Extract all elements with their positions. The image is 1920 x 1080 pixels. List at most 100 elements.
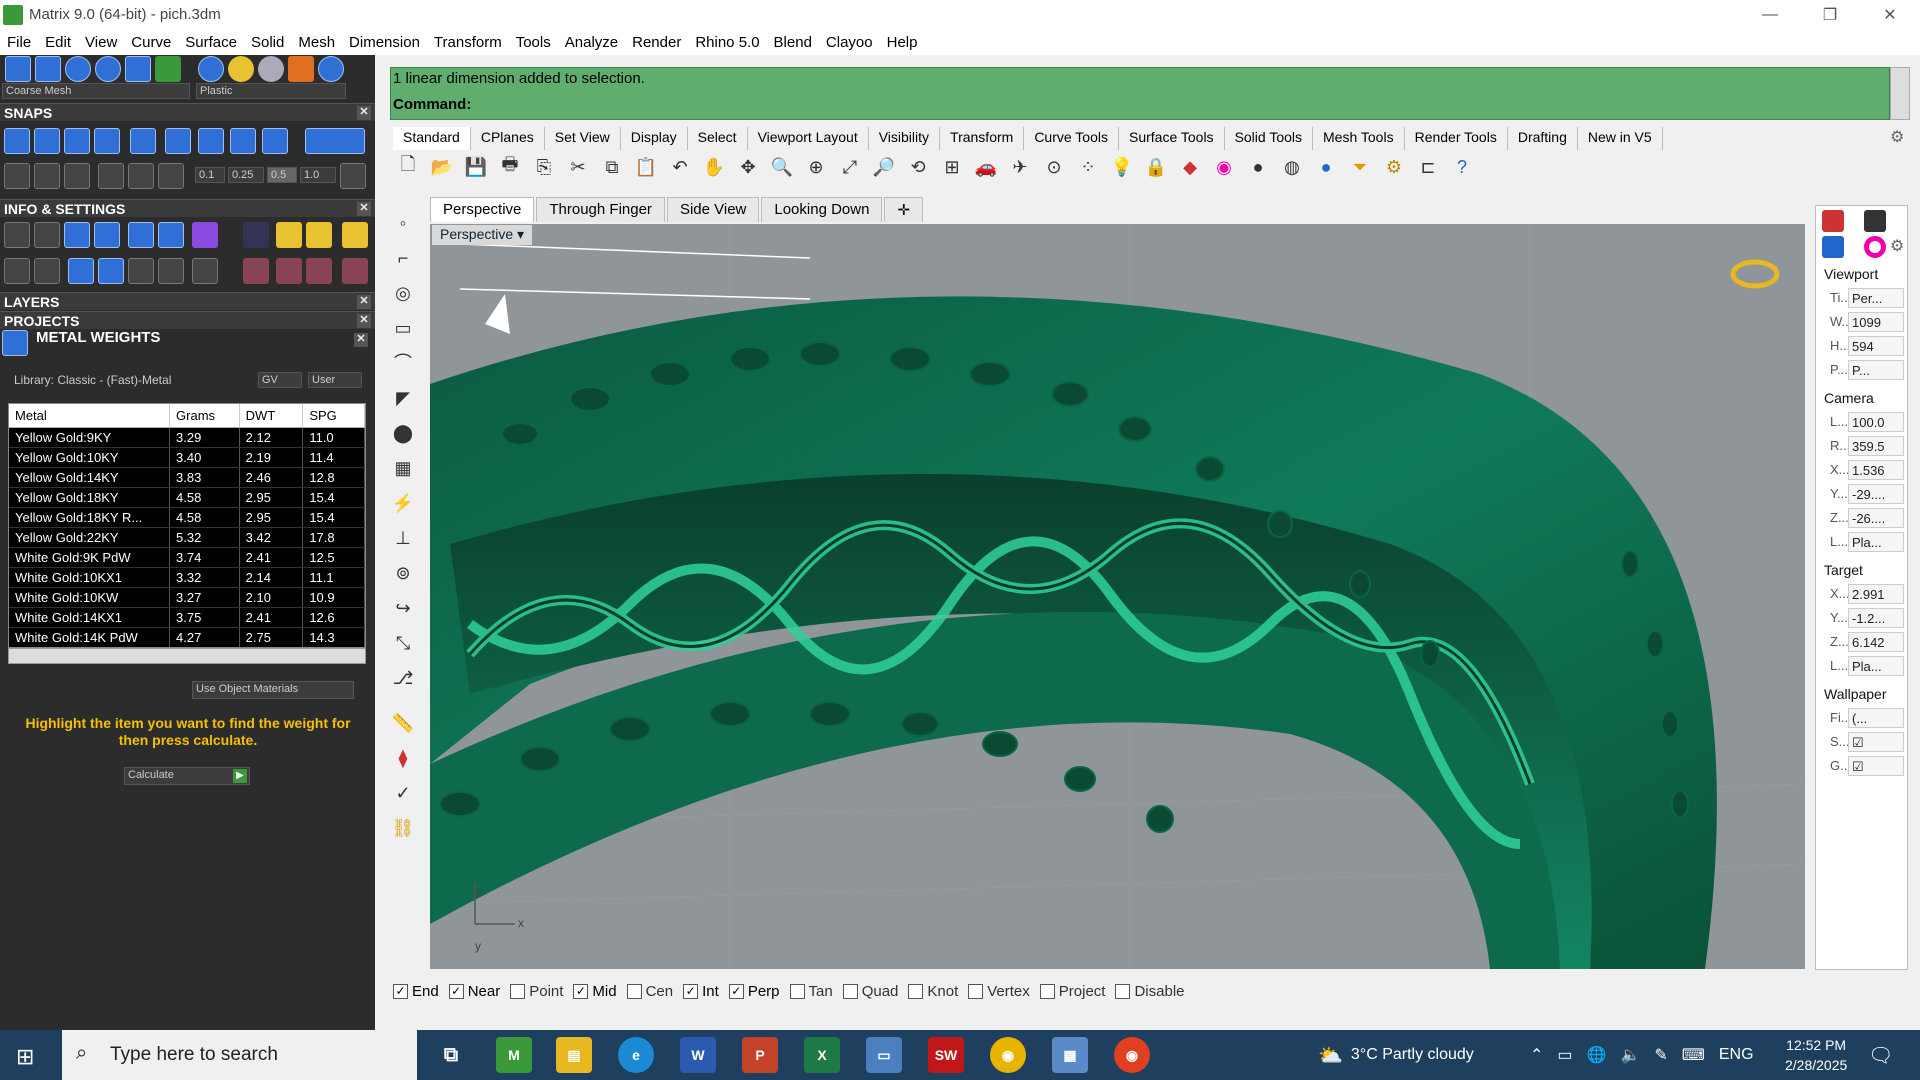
volume-icon[interactable]: 🔈 — [1620, 1045, 1640, 1065]
header-grams[interactable]: Grams — [170, 404, 240, 427]
header-dwt[interactable]: DWT — [240, 404, 304, 427]
split-tool-icon[interactable]: ⧫ — [390, 745, 416, 771]
chrome-profile-icon[interactable]: ◉ — [1114, 1037, 1150, 1073]
document-icon[interactable] — [128, 222, 154, 248]
undo-view-icon[interactable]: ⟲ — [903, 152, 933, 182]
battery-icon[interactable]: ▭ — [1557, 1045, 1572, 1065]
edge-icon[interactable]: e — [618, 1037, 654, 1073]
table-row[interactable]: Yellow Gold:18KY R... 4.58 2.95 15.4 — [9, 508, 365, 528]
toolbar-tab[interactable]: Display — [621, 127, 688, 150]
table-row[interactable]: Yellow Gold:9KY 3.29 2.12 11.0 — [9, 428, 365, 448]
prop-value[interactable]: 1099 — [1848, 312, 1904, 332]
ruler-icon[interactable]: 📏 — [390, 710, 416, 736]
calculator-icon[interactable] — [192, 258, 218, 284]
osnap-checkbox[interactable]: ✓ Int — [683, 983, 719, 1000]
stone-icon[interactable] — [243, 258, 269, 284]
prop-value[interactable]: -29.... — [1848, 484, 1904, 504]
prop-value[interactable]: P... — [1848, 360, 1904, 380]
table-hscrollbar[interactable] — [8, 648, 366, 664]
circle-tool-icon[interactable]: ◎ — [390, 280, 416, 306]
prop-value[interactable]: 1.536 — [1848, 460, 1904, 480]
osnap-checkbox[interactable]: Disable — [1115, 983, 1185, 1000]
select-points-icon[interactable]: ⁘ — [1073, 152, 1103, 182]
cube-icon[interactable] — [192, 222, 218, 248]
rp-gear-icon[interactable]: ⚙ — [1890, 236, 1904, 256]
material-dropdown[interactable]: Plastic — [196, 83, 346, 99]
print-icon[interactable]: 🖶 — [495, 152, 525, 182]
menu-solid[interactable]: Solid — [244, 34, 291, 51]
prop-value[interactable]: Pla... — [1848, 532, 1904, 552]
add-viewport-icon[interactable]: ✛ — [884, 197, 924, 222]
table-row[interactable]: White Gold:14KX1 3.75 2.41 12.6 — [9, 608, 365, 628]
osnap-checkbox[interactable]: ✓ Near — [448, 983, 500, 1000]
prop-value[interactable]: 6.142 — [1848, 632, 1904, 652]
cylinder-icon[interactable] — [98, 258, 124, 284]
solid-tool-icon[interactable]: ⬤ — [390, 420, 416, 446]
prop-row[interactable]: G... ☑ — [1824, 756, 1904, 776]
settings-gear-icon[interactable] — [4, 222, 30, 248]
task-view-icon[interactable]: ⧉ — [433, 1037, 469, 1073]
prop-row[interactable]: X... 2.991 — [1824, 584, 1904, 604]
snap-val-0[interactable]: 0.1 — [195, 167, 225, 183]
move-icon[interactable] — [158, 258, 184, 284]
prop-value[interactable]: -26.... — [1848, 508, 1904, 528]
command-scroll[interactable] — [1890, 67, 1910, 120]
toolbar-gear-icon[interactable]: ⚙ — [1890, 127, 1904, 147]
snap-center-icon[interactable] — [165, 128, 191, 154]
boolean-tool-icon[interactable]: ⊚ — [390, 560, 416, 586]
snap-toggle-icon[interactable] — [305, 128, 365, 154]
restore-button[interactable]: ❐ — [1800, 0, 1860, 29]
prop-value[interactable]: 594 — [1848, 336, 1904, 356]
prop-row[interactable]: Z... -26.... — [1824, 508, 1904, 528]
table-row[interactable]: White Gold:14K PdW 4.27 2.75 14.3 — [9, 628, 365, 647]
toolbar-tab[interactable]: Solid Tools — [1225, 127, 1314, 150]
shaded-sphere-icon[interactable]: ● — [1243, 152, 1273, 182]
color-wheel-icon[interactable]: ◉ — [1209, 152, 1239, 182]
prop-value[interactable]: 2.991 — [1848, 584, 1904, 604]
sphere-render-icon[interactable] — [65, 56, 91, 82]
osnap-checkbox[interactable]: Knot — [908, 983, 958, 1000]
blue-sphere-icon[interactable]: ● — [1311, 152, 1341, 182]
mesh-quality-dropdown[interactable]: Coarse Mesh — [2, 83, 190, 99]
word-icon[interactable]: W — [680, 1037, 716, 1073]
prop-row[interactable]: R... 359.5 — [1824, 436, 1904, 456]
osnap-checkbox[interactable]: Cen — [626, 983, 673, 1000]
menu-mesh[interactable]: Mesh — [291, 34, 342, 51]
layer-icon[interactable]: ◆ — [1175, 152, 1205, 182]
curve-tool-icon[interactable]: ⌒ — [390, 350, 416, 376]
rectangle-icon[interactable]: ▭ — [390, 315, 416, 341]
snap-axis-icon[interactable] — [158, 163, 184, 189]
prop-row[interactable]: Fi... (... — [1824, 708, 1904, 728]
pan-icon[interactable]: ✋ — [699, 152, 729, 182]
osnap-checkbox[interactable]: Vertex — [968, 983, 1030, 1000]
sphere-shaded-icon[interactable] — [95, 56, 121, 82]
prop-value[interactable]: ☑ — [1848, 756, 1904, 776]
rotate-view-icon[interactable]: ✥ — [733, 152, 763, 182]
network-icon[interactable]: 🌐 — [1587, 1045, 1607, 1065]
snap-grid2-icon[interactable] — [4, 163, 30, 189]
pen-icon[interactable]: ✎ — [1654, 1045, 1667, 1065]
prop-value[interactable]: -1.2... — [1848, 608, 1904, 628]
header-metal[interactable]: Metal — [9, 404, 171, 427]
display-tab-icon[interactable] — [1864, 210, 1886, 232]
osnap-checkbox[interactable]: Tan — [789, 983, 833, 1000]
command-prompt[interactable]: Command: — [393, 96, 471, 113]
undo-icon[interactable]: ↶ — [665, 152, 695, 182]
prop-row[interactable]: Y... -1.2... — [1824, 608, 1904, 628]
snap-diag-icon[interactable] — [98, 163, 124, 189]
tab-perspective[interactable]: Perspective — [430, 197, 535, 222]
prop-row[interactable]: L... Pla... — [1824, 656, 1904, 676]
menu-tools[interactable]: Tools — [509, 34, 558, 51]
prop-row[interactable]: Y... -29.... — [1824, 484, 1904, 504]
snap-box-icon[interactable] — [34, 163, 60, 189]
toolbar-tab[interactable]: Drafting — [1508, 127, 1578, 150]
snap-val-3[interactable]: 1.0 — [300, 167, 336, 183]
use-object-materials-checkbox[interactable]: Use Object Materials — [192, 681, 354, 699]
import-icon[interactable]: ⎘ — [529, 152, 559, 182]
plane-icon[interactable]: ✈ — [1005, 152, 1035, 182]
material-sapphire-icon[interactable] — [318, 56, 344, 82]
properties-tab-icon[interactable] — [1822, 210, 1844, 232]
snap-mid-icon[interactable] — [230, 128, 256, 154]
table-row[interactable]: White Gold:10KW 3.27 2.10 10.9 — [9, 588, 365, 608]
toolbar-tab[interactable]: Visibility — [869, 127, 941, 150]
